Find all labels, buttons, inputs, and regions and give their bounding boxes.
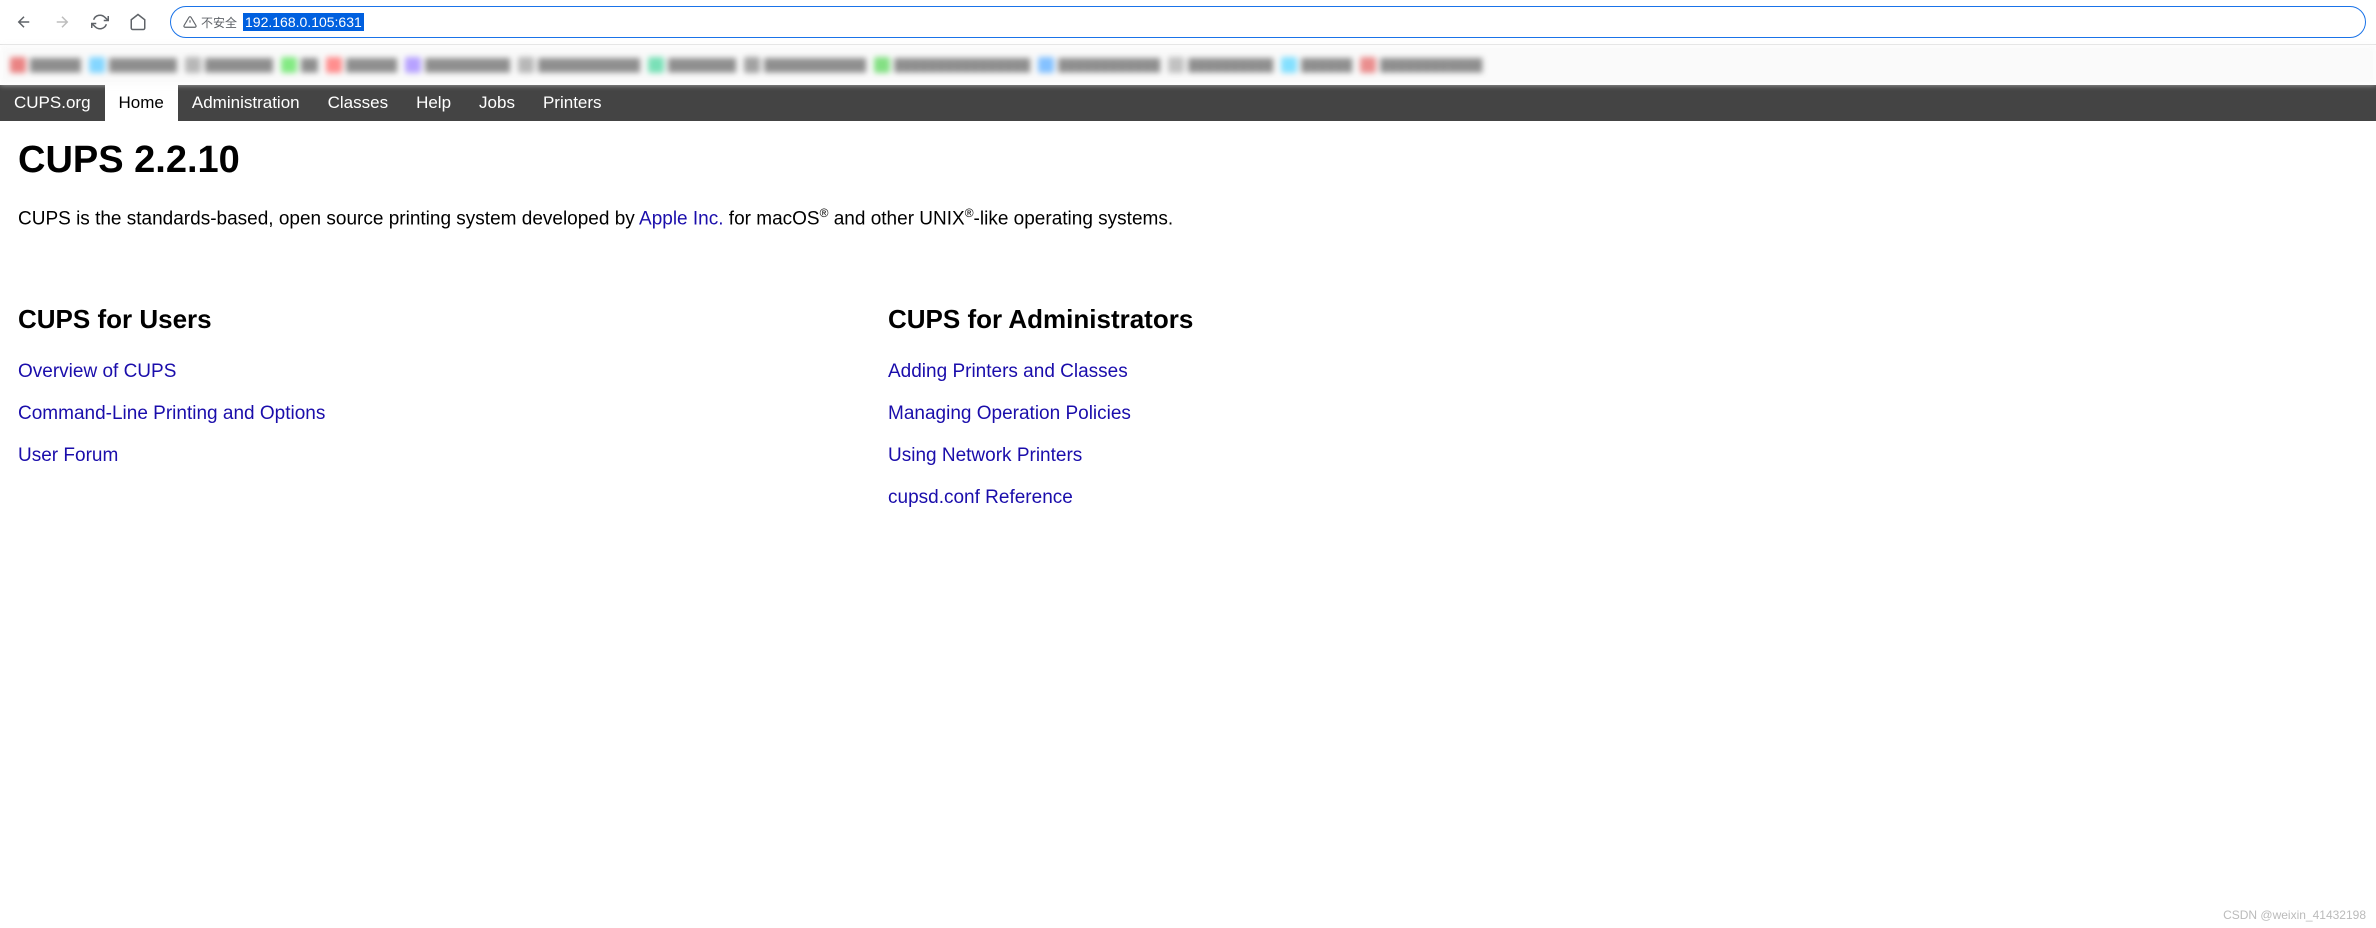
admins-heading: CUPS for Administrators xyxy=(888,304,1193,335)
reload-icon xyxy=(91,13,109,31)
users-column: CUPS for Users Overview of CUPS Command-… xyxy=(18,304,848,529)
apple-link[interactable]: Apple Inc. xyxy=(639,208,724,229)
list-item: Overview of CUPS xyxy=(18,361,848,383)
reload-button[interactable] xyxy=(86,8,114,36)
list-item: User Forum xyxy=(18,445,848,467)
not-secure-label: 不安全 xyxy=(201,14,237,31)
nav-jobs[interactable]: Jobs xyxy=(465,85,529,121)
columns-container: CUPS for Users Overview of CUPS Command-… xyxy=(18,304,2358,529)
intro-paragraph: CUPS is the standards-based, open source… xyxy=(18,204,2358,234)
forward-button[interactable] xyxy=(48,8,76,36)
intro-text-3: and other UNIX xyxy=(828,208,964,229)
warning-icon xyxy=(183,15,197,29)
nav-administration[interactable]: Administration xyxy=(178,85,314,121)
overview-link[interactable]: Overview of CUPS xyxy=(18,361,176,382)
list-item: Command-Line Printing and Options xyxy=(18,403,848,425)
users-heading: CUPS for Users xyxy=(18,304,848,335)
registered-2: ® xyxy=(965,206,974,220)
back-button[interactable] xyxy=(10,8,38,36)
url-text: 192.168.0.105:631 xyxy=(243,13,364,31)
command-line-link[interactable]: Command-Line Printing and Options xyxy=(18,403,325,424)
security-indicator[interactable]: 不安全 xyxy=(183,14,237,31)
nav-printers[interactable]: Printers xyxy=(529,85,616,121)
intro-text-1: CUPS is the standards-based, open source… xyxy=(18,208,639,229)
nav-cups-org[interactable]: CUPS.org xyxy=(0,85,105,121)
adding-printers-link[interactable]: Adding Printers and Classes xyxy=(888,361,1128,382)
nav-classes[interactable]: Classes xyxy=(314,85,402,121)
users-link-list: Overview of CUPS Command-Line Printing a… xyxy=(18,361,848,467)
page-content: CUPS 2.2.10 CUPS is the standards-based,… xyxy=(0,121,2376,547)
address-bar[interactable]: 不安全 192.168.0.105:631 xyxy=(170,6,2366,38)
list-item: Using Network Printers xyxy=(888,445,1193,467)
admins-link-list: Adding Printers and Classes Managing Ope… xyxy=(888,361,1193,509)
cupsd-conf-link[interactable]: cupsd.conf Reference xyxy=(888,487,1073,508)
admins-column: CUPS for Administrators Adding Printers … xyxy=(888,304,1193,529)
nav-home[interactable]: Home xyxy=(105,85,178,121)
cups-navigation: CUPS.org Home Administration Classes Hel… xyxy=(0,85,2376,121)
watermark: CSDN @weixin_41432198 xyxy=(2223,908,2366,922)
browser-toolbar: 不安全 192.168.0.105:631 xyxy=(0,0,2376,45)
network-printers-link[interactable]: Using Network Printers xyxy=(888,445,1082,466)
arrow-right-icon xyxy=(53,13,71,31)
home-button[interactable] xyxy=(124,8,152,36)
arrow-left-icon xyxy=(15,13,33,31)
intro-text-4: -like operating systems. xyxy=(974,208,1174,229)
list-item: Managing Operation Policies xyxy=(888,403,1193,425)
list-item: Adding Printers and Classes xyxy=(888,361,1193,383)
page-title: CUPS 2.2.10 xyxy=(18,139,2358,182)
managing-policies-link[interactable]: Managing Operation Policies xyxy=(888,403,1131,424)
user-forum-link[interactable]: User Forum xyxy=(18,445,118,466)
bookmark-bar: ██████ ████████ ████████ ██ ██████ █████… xyxy=(0,45,2376,85)
home-icon xyxy=(129,13,147,31)
nav-help[interactable]: Help xyxy=(402,85,465,121)
list-item: cupsd.conf Reference xyxy=(888,487,1193,509)
intro-text-2: for macOS xyxy=(724,208,820,229)
